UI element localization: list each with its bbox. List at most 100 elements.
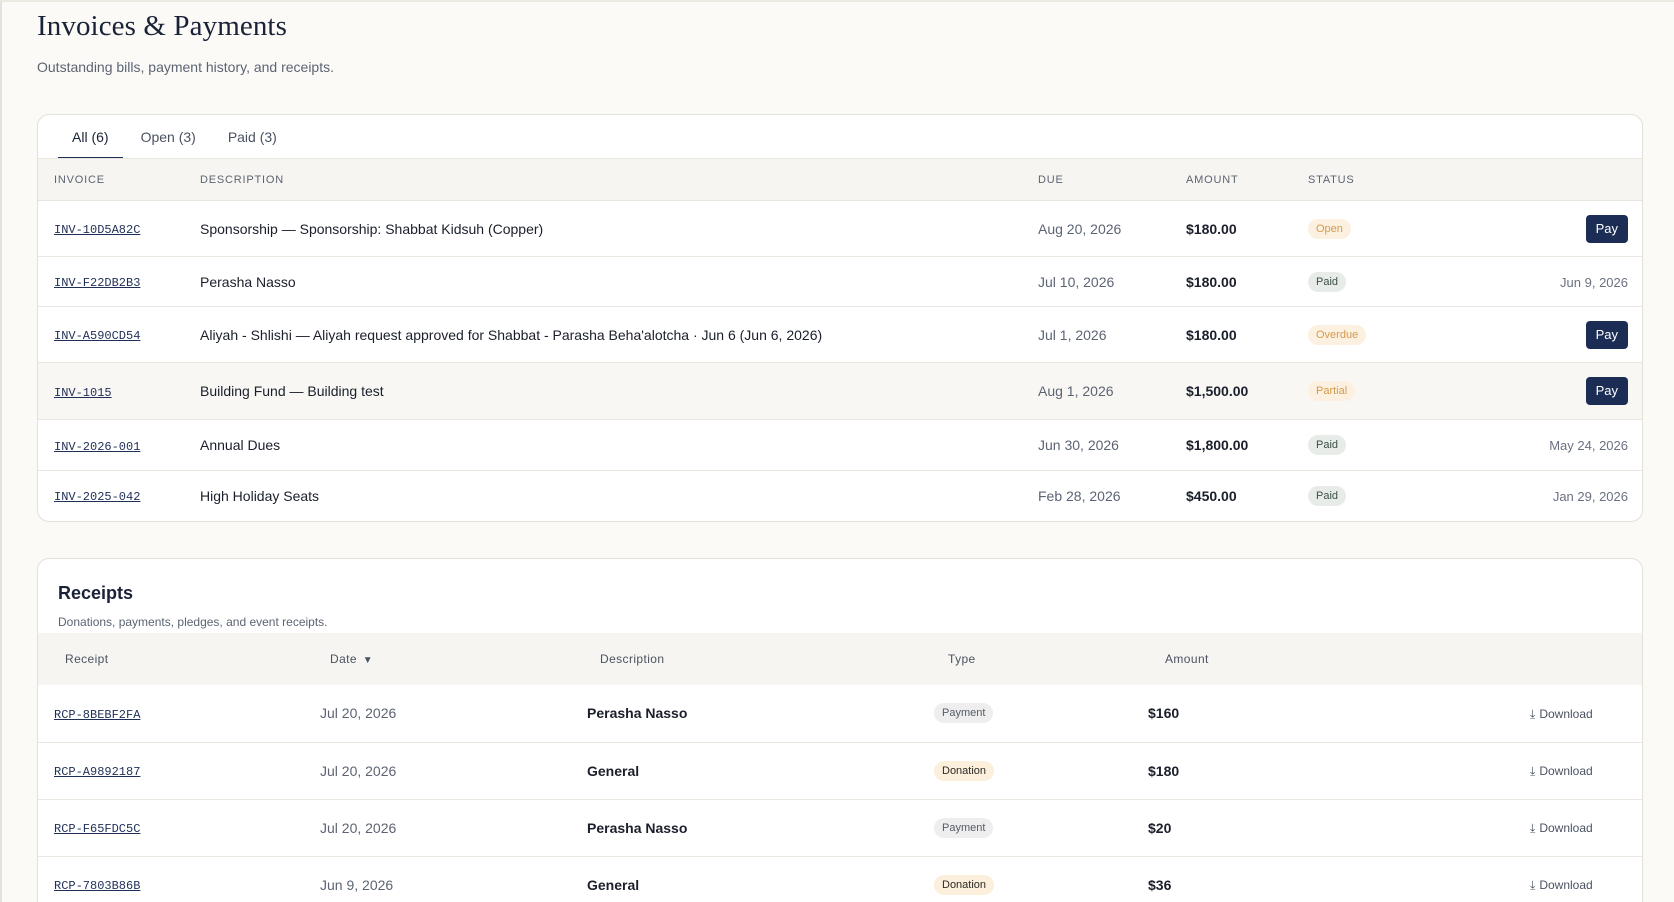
receipts-subtitle: Donations, payments, pledges, and event … [58,615,328,629]
col-header-date[interactable]: Date ▼ [320,633,587,685]
invoice-link[interactable]: INV-10D5A82C [54,223,140,237]
table-row: INV-2025-042 High Holiday Seats Feb 28, … [38,471,1642,521]
download-icon: ⤓ [1530,878,1536,892]
download-button[interactable]: ⤓ Download [1530,764,1593,778]
receipt-amount: $36 [1148,876,1172,893]
pay-button[interactable]: Pay [1585,214,1628,243]
col-header-description[interactable]: Description [587,633,934,685]
table-row: INV-1015 Building Fund — Building test A… [38,362,1642,420]
receipt-description: Perasha Nasso [587,819,688,836]
receipts-table: Receipt Date ▼ Description Type Amount R… [38,633,1642,902]
table-row: INV-F22DB2B3 Perasha Nasso Jul 10, 2026 … [38,256,1642,307]
col-header-actions [1530,633,1642,685]
sort-desc-icon: ▼ [362,655,373,666]
invoice-link[interactable]: INV-2026-001 [54,440,140,454]
invoice-description: High Holiday Seats [200,487,320,504]
receipts-title: Receipts [58,583,134,603]
type-badge: Donation [934,874,995,895]
invoice-amount: $180.00 [1186,220,1237,237]
status-badge: Overdue [1308,324,1367,345]
download-icon: ⤓ [1530,706,1536,721]
table-row: RCP-A9892187 Jul 20, 2026 General Donati… [38,742,1642,800]
status-badge: Open [1308,218,1351,239]
receipt-description: General [587,876,640,893]
paid-date: May 24, 2026 [1549,438,1628,453]
col-header-status: STATUS [1308,173,1355,186]
pay-button[interactable]: Pay [1585,320,1628,349]
col-header-action [1452,159,1642,201]
status-badge: Paid [1308,271,1347,292]
paid-date: Jan 29, 2026 [1552,488,1628,504]
invoice-due-date: Jul 1, 2026 [1038,326,1107,343]
tab-open[interactable]: Open (3) [127,115,210,159]
receipt-link[interactable]: RCP-7803B86B [54,879,140,893]
download-button[interactable]: ⤓ Download [1530,707,1593,721]
download-label: Download [1539,764,1593,778]
receipts-card: Receipts Donations, payments, pledges, a… [37,558,1643,902]
download-icon: ⤓ [1530,821,1536,835]
download-button[interactable]: ⤓ Download [1530,821,1593,835]
col-header-amount: AMOUNT [1186,173,1239,186]
invoice-link[interactable]: INV-A590CD54 [54,329,140,343]
invoice-amount: $180.00 [1186,273,1237,290]
invoice-link[interactable]: INV-2025-042 [54,490,140,504]
invoice-due-date: Feb 28, 2026 [1038,487,1121,504]
page-title: Invoices & Payments [37,10,287,42]
invoice-link[interactable]: INV-1015 [54,386,112,400]
download-label: Download [1539,821,1593,835]
receipt-date: Jul 20, 2026 [320,762,397,779]
invoices-header-row: INVOICE DESCRIPTION DUE AMOUNT STATUS [38,158,1642,201]
invoice-amount: $1,800.00 [1186,437,1249,453]
download-label: Download [1539,878,1593,892]
receipt-link[interactable]: RCP-A9892187 [54,765,140,779]
type-badge: Donation [934,760,995,781]
invoices-card: All (6) Open (3) Paid (3) INVOICE DESCRI… [37,114,1643,522]
invoice-description: Sponsorship — Sponsorship: Shabbat Kidsu… [200,220,544,237]
tab-all[interactable]: All (6) [58,115,123,159]
receipt-date: Jul 20, 2026 [320,819,397,836]
invoice-description: Building Fund — Building test [200,383,384,399]
pay-button[interactable]: Pay [1585,377,1628,405]
receipt-description: Perasha Nasso [587,705,688,722]
status-badge: Paid [1308,485,1347,506]
page-subtitle: Outstanding bills, payment history, and … [37,59,335,75]
table-row: RCP-8BEBF2FA Jul 20, 2026 Perasha Nasso … [38,685,1642,743]
invoice-tabs: All (6) Open (3) Paid (3) [58,115,295,159]
col-header-invoice: INVOICE [54,173,105,186]
invoice-due-date: Aug 20, 2026 [1038,220,1122,237]
receipt-link[interactable]: RCP-8BEBF2FA [54,708,140,722]
page-frame: Invoices & Payments Outstanding bills, p… [0,0,1674,902]
download-label: Download [1539,706,1593,721]
download-icon: ⤓ [1530,764,1536,778]
invoice-due-date: Jun 30, 2026 [1038,437,1119,453]
invoice-description: Annual Dues [200,437,281,453]
receipt-link[interactable]: RCP-F65FDC5C [54,822,140,836]
status-badge: Paid [1308,435,1347,455]
download-button[interactable]: ⤓ Download [1530,878,1593,892]
col-header-type[interactable]: Type [934,633,1148,685]
col-header-receipt[interactable]: Receipt [38,633,320,685]
table-row: INV-2026-001 Annual Dues Jun 30, 2026 $1… [38,419,1642,471]
status-badge: Partial [1308,381,1356,401]
type-badge: Payment [934,817,994,838]
receipt-amount: $180 [1148,762,1180,779]
invoice-description: Aliyah - Shlishi — Aliyah request approv… [200,326,823,343]
receipts-header-row: Receipt Date ▼ Description Type Amount [38,633,1642,685]
tab-paid[interactable]: Paid (3) [214,115,291,159]
invoices-table: INVOICE DESCRIPTION DUE AMOUNT STATUS IN… [38,158,1642,521]
paid-date: Jun 9, 2026 [1560,274,1628,290]
invoice-amount: $1,500.00 [1186,383,1249,399]
col-header-date-label: Date [330,652,357,666]
invoice-description: Perasha Nasso [200,273,296,290]
table-row: INV-A590CD54 Aliyah - Shlishi — Aliyah r… [38,306,1642,363]
receipt-amount: $160 [1148,705,1180,722]
receipt-date: Jun 9, 2026 [320,876,394,893]
table-row: RCP-7803B86B Jun 9, 2026 General Donatio… [38,856,1642,902]
col-header-amount[interactable]: Amount [1148,633,1530,685]
invoice-link[interactable]: INV-F22DB2B3 [54,276,140,290]
table-row: INV-10D5A82C Sponsorship — Sponsorship: … [38,200,1642,257]
invoice-amount: $450.00 [1186,487,1237,504]
receipt-amount: $20 [1148,819,1172,836]
receipt-description: General [587,762,640,779]
invoice-amount: $180.00 [1186,326,1237,343]
